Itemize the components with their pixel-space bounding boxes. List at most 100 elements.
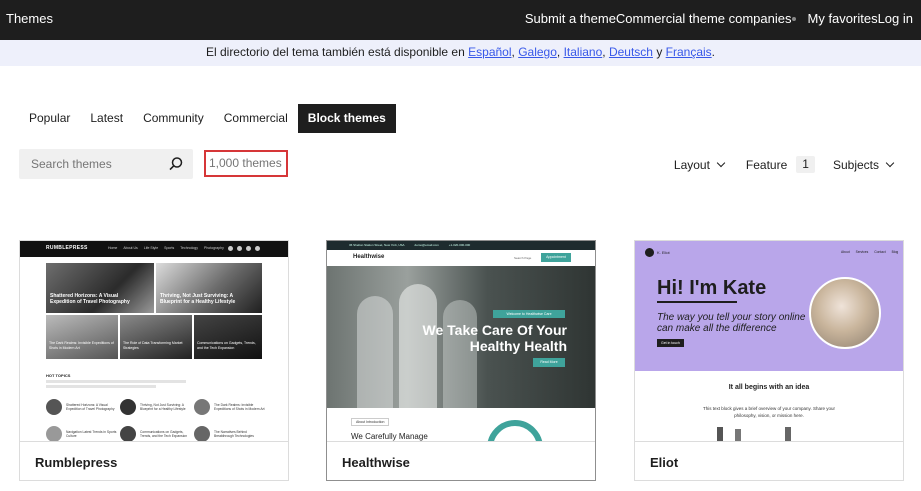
preview-contact-item: demo@email.com — [414, 243, 439, 247]
preview-headline: Communications on Gadgets, Trends, and t… — [197, 341, 256, 350]
preview-image — [735, 429, 741, 441]
preview-list-item: Shattered Horizons: A Visual Expedition … — [66, 403, 115, 411]
preview-header: Healthwise Search Page Appointment — [327, 250, 595, 266]
preview-logo: Healthwise — [353, 254, 385, 260]
preview-section-title: HOT TOPICS — [46, 373, 71, 378]
tab-block-themes[interactable]: Block themes — [297, 104, 396, 133]
my-favorites-link[interactable]: My favorites — [808, 11, 878, 26]
chevron-down-icon — [885, 158, 895, 167]
subjects-dropdown[interactable]: Subjects — [832, 157, 895, 172]
preview-hero: Welcome to Healthwise Care We Take Care … — [327, 266, 595, 408]
lang-link-es[interactable]: Español — [468, 45, 511, 59]
preview-underline — [657, 301, 737, 303]
lang-link-gl[interactable]: Galego — [518, 45, 557, 59]
feature-label: Feature — [745, 157, 788, 172]
theme-name[interactable]: Eliot — [650, 455, 678, 470]
preview-contact-bar: 36 Shelton Station Street, New York, USA… — [327, 241, 595, 250]
preview-menu-item: Home — [108, 246, 118, 250]
preview-photo: The Dark Realms: Invisible Expeditions o… — [46, 315, 118, 359]
preview-contact-item: 36 Shelton Station Street, New York, USA — [349, 243, 405, 247]
preview-section-kicker: About Introduction — [351, 418, 390, 426]
page-title[interactable]: Themes — [6, 11, 53, 26]
preview-hero-button: Read More — [533, 358, 565, 367]
login-link[interactable]: Log in — [878, 11, 913, 26]
top-nav: Submit a theme Commercial theme companie… — [525, 11, 913, 26]
search-placeholder: Search themes — [31, 157, 112, 171]
feature-count-badge: 1 — [796, 156, 815, 173]
preview-list-item: Thriving, Not Just Surviving: A Blueprin… — [140, 403, 186, 411]
preview-photo: Communications on Gadgets, Trends, and t… — [194, 315, 262, 359]
search-input[interactable]: Search themes — [19, 149, 193, 179]
lang-link-fr[interactable]: Français — [666, 45, 712, 59]
preview-list-item: Communications on Gadgets, Trends, and t… — [140, 430, 188, 438]
lang-link-de[interactable]: Deutsch — [609, 45, 653, 59]
preview-menu-item: Technology — [180, 246, 198, 250]
preview-portrait — [809, 277, 881, 349]
preview-logo: K. Eliot — [657, 250, 670, 255]
preview-headline: Thriving, Not Just Surviving: A Blueprin… — [160, 293, 236, 305]
preview-kicker: Welcome to Healthwise Care — [493, 310, 565, 318]
preview-hero-button: Get in touch — [657, 339, 684, 347]
theme-card-rumblepress[interactable]: RUMBLEPRESS Home About Us Life Style Spo… — [19, 240, 289, 481]
subjects-label: Subjects — [832, 157, 879, 172]
preview-list-item: The Dark Realms: Invisible Expeditions o… — [214, 403, 265, 411]
preview-hero-title: We Take Care Of Your Healthy Health — [422, 322, 567, 354]
preview-menu-item: Photography — [204, 246, 224, 250]
preview-menu-item: Blog — [891, 250, 899, 254]
chevron-down-icon — [716, 158, 726, 167]
preview-menu: Home About Us Life Style Sports Technolo… — [108, 246, 224, 250]
preview-text-line — [46, 380, 186, 383]
theme-screenshot[interactable]: RUMBLEPRESS Home About Us Life Style Spo… — [20, 241, 288, 442]
commercial-companies-link[interactable]: Commercial theme companies — [616, 11, 792, 26]
preview-photo: Shattered Horizons: A Visual Expedition … — [46, 263, 154, 313]
theme-screenshot[interactable]: 36 Shelton Station Street, New York, USA… — [327, 241, 595, 442]
feature-filter[interactable]: Feature 1 — [746, 156, 815, 173]
preview-menu-item: Life Style — [143, 246, 159, 250]
tab-commercial[interactable]: Commercial — [214, 104, 298, 133]
tab-popular[interactable]: Popular — [19, 104, 80, 133]
top-bar: Themes Submit a theme Commercial theme c… — [0, 0, 921, 40]
preview-logo: RUMBLEPRESS — [46, 245, 88, 251]
theme-card-eliot[interactable]: K. Eliot About Services Contact Blog Hi!… — [634, 240, 904, 481]
preview-list-item: Navigation Latest Trends in Sports Cultu… — [66, 430, 117, 438]
preview-section-title: We Carefully Manage — [351, 432, 428, 441]
preview-menu-item: Sports — [164, 246, 175, 250]
preview-menu-item: Contact — [874, 250, 886, 254]
preview-headline: The Dark Realms: Invisible Expeditions o… — [49, 341, 114, 350]
preview-photo: The Role of Data Transforming Market Str… — [120, 315, 192, 359]
preview-menu-item: Services — [855, 250, 869, 254]
language-notice: El directorio del tema también está disp… — [0, 40, 921, 66]
preview-search-label: Search Page — [514, 256, 532, 260]
search-icon[interactable] — [168, 156, 184, 172]
preview-headline: The Role of Data Transforming Market Str… — [123, 341, 183, 350]
tab-latest[interactable]: Latest — [80, 104, 133, 133]
theme-count: 1,000 themes — [204, 150, 288, 177]
theme-screenshot[interactable]: K. Eliot About Services Contact Blog Hi!… — [635, 241, 903, 442]
tab-community[interactable]: Community — [133, 104, 214, 133]
theme-name[interactable]: Healthwise — [342, 455, 410, 470]
theme-tabs: Popular Latest Community Commercial Bloc… — [19, 104, 396, 133]
preview-photo: Thriving, Not Just Surviving: A Blueprin… — [156, 263, 262, 313]
filters: Layout Feature 1 Subjects — [674, 156, 895, 173]
lang-link-it[interactable]: Italiano — [564, 45, 603, 59]
preview-social-icons — [228, 246, 260, 251]
layout-dropdown[interactable]: Layout — [674, 158, 726, 172]
submit-theme-link[interactable]: Submit a theme — [525, 11, 616, 26]
preview-headline: Shattered Horizons: A Visual Expedition … — [50, 293, 130, 305]
notice-and: y — [656, 45, 663, 59]
preview-section: About Introduction We Carefully Manage — [327, 408, 595, 441]
preview-logo-mark — [645, 248, 654, 257]
preview-list-item: The Narratives Behind Breakthrough Techn… — [214, 430, 254, 438]
preview-text-line — [46, 385, 156, 388]
preview-tagline: The way you tell your story online can m… — [657, 312, 806, 334]
preview-image — [717, 427, 723, 441]
notice-text: El directorio del tema también está disp… — [205, 45, 465, 59]
theme-name[interactable]: Rumblepress — [35, 455, 117, 470]
preview-header: RUMBLEPRESS Home About Us Life Style Spo… — [20, 241, 288, 257]
preview-menu-item: About Us — [123, 246, 138, 250]
theme-card-healthwise[interactable]: 36 Shelton Station Street, New York, USA… — [326, 240, 596, 481]
preview-section-title: It all begins with an idea — [728, 384, 810, 391]
preview-cta: Appointment — [541, 253, 571, 262]
preview-image — [785, 427, 791, 441]
preview-menu-item: About — [841, 250, 850, 254]
